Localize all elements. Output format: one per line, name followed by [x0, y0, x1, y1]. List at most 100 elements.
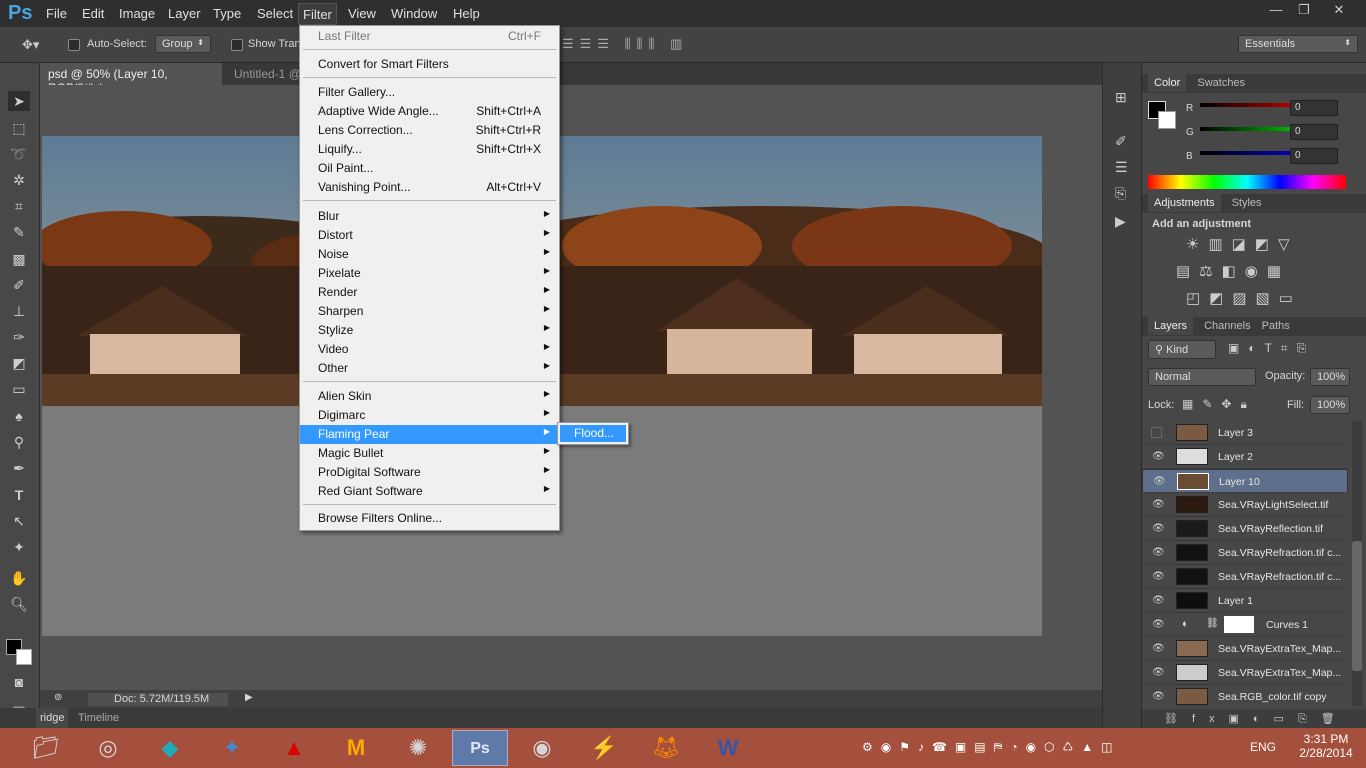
menu-window[interactable]: Window: [387, 6, 441, 21]
layer-row[interactable]: 👁︎ Sea.RGB_color.tif copy: [1142, 685, 1348, 706]
maximize-button[interactable]: ❐: [1290, 0, 1318, 22]
menu-item-adaptive-wide-angle[interactable]: Adaptive Wide Angle... Shift+Ctrl+A: [300, 102, 559, 121]
photoshop-taskbar-icon[interactable]: Ps: [452, 730, 508, 766]
tab-color[interactable]: Color: [1148, 74, 1187, 92]
blur-tool-icon[interactable]: ♠: [8, 406, 30, 426]
menu-item-filter-gallery[interactable]: Filter Gallery...: [300, 83, 559, 102]
menu-item-pixelate[interactable]: Pixelate ▶: [300, 264, 559, 283]
menu-type[interactable]: Type: [209, 6, 245, 21]
color-ramp[interactable]: [1148, 175, 1346, 189]
tab-timeline[interactable]: Timeline: [78, 712, 119, 724]
eye-icon[interactable]: 👁︎: [1152, 691, 1165, 702]
close-button[interactable]: ✕: [1324, 0, 1354, 22]
move-tool-icon[interactable]: ➤: [8, 91, 30, 111]
dodge-tool-icon[interactable]: ⚲: [8, 432, 30, 452]
menu-item-other[interactable]: Other ▶: [300, 359, 559, 378]
g-value[interactable]: 0: [1290, 124, 1338, 140]
layer-filter-kind[interactable]: ⚲ Kind: [1148, 340, 1216, 359]
menu-item-blur[interactable]: Blur ▶: [300, 207, 559, 226]
word-taskbar-icon[interactable]: W: [700, 730, 756, 766]
menu-item-magic-bullet[interactable]: Magic Bullet ▶: [300, 444, 559, 463]
move-tool-preset-icon[interactable]: ✥▾: [22, 37, 39, 53]
eye-icon[interactable]: 👁︎: [1152, 595, 1165, 606]
layers-scrollbar[interactable]: [1352, 421, 1362, 706]
menu-item-last-filter[interactable]: Last Filter Ctrl+F: [300, 27, 559, 46]
file-explorer-taskbar-icon[interactable]: 📁︎: [18, 730, 74, 766]
scrollbar-thumb[interactable]: [1352, 541, 1362, 671]
autocad-taskbar-icon[interactable]: ▲: [266, 730, 322, 766]
eye-icon[interactable]: 👁︎: [1152, 643, 1165, 654]
menu-item-browse-filters-online[interactable]: Browse Filters Online...: [300, 509, 559, 528]
workspace-dropdown[interactable]: Essentials ⬍: [1238, 35, 1358, 53]
visibility-off-box[interactable]: [1151, 427, 1162, 438]
zoom-tool-icon[interactable]: 🔍︎: [8, 594, 30, 614]
brush-panel-icon[interactable]: ✐: [1115, 133, 1127, 150]
app-m-taskbar-icon[interactable]: M: [328, 730, 384, 766]
menu-item-liquify[interactable]: Liquify... Shift+Ctrl+X: [300, 140, 559, 159]
auto-select-dropdown[interactable]: Group ⬍: [155, 35, 211, 53]
menu-select[interactable]: Select: [253, 6, 297, 21]
path-selection-icon[interactable]: ↖: [8, 511, 30, 531]
opacity-field[interactable]: 100%: [1310, 368, 1350, 386]
menu-help[interactable]: Help: [449, 6, 484, 21]
tab-swatches[interactable]: Swatches: [1197, 77, 1245, 89]
language-indicator[interactable]: ENG: [1250, 740, 1276, 754]
layer-row[interactable]: 👁︎ Layer 2: [1142, 445, 1348, 469]
menu-item-noise[interactable]: Noise ▶: [300, 245, 559, 264]
clock[interactable]: 3:31 PM 2/28/2014: [1294, 732, 1358, 760]
menu-item-oil-paint[interactable]: Oil Paint...: [300, 159, 559, 178]
menu-item-vanishing-point[interactable]: Vanishing Point... Alt+Ctrl+V: [300, 178, 559, 197]
auto-select-checkbox[interactable]: [68, 39, 80, 51]
eye-icon[interactable]: 👁︎: [1152, 571, 1165, 582]
menu-item-video[interactable]: Video ▶: [300, 340, 559, 359]
eye-icon[interactable]: 👁︎: [1152, 451, 1165, 462]
crop-tool-icon[interactable]: ⌗: [8, 196, 30, 216]
3ds-max-taskbar-icon[interactable]: ◆: [142, 730, 198, 766]
eye-icon[interactable]: 👁︎: [1152, 523, 1165, 534]
app-taskbar-icon[interactable]: ⚡: [576, 730, 632, 766]
eye-icon[interactable]: 👁︎: [1152, 619, 1165, 630]
layer-row[interactable]: Layer 3: [1142, 421, 1348, 445]
tab-adjustments[interactable]: Adjustments: [1148, 194, 1221, 212]
layer-row[interactable]: 👁︎ Sea.VRayExtraTex_Map...: [1142, 661, 1348, 685]
background-color-swatch[interactable]: [16, 649, 32, 665]
layer-row[interactable]: 👁︎ Sea.VRayRefraction.tif c...: [1142, 541, 1348, 565]
menu-image[interactable]: Image: [115, 6, 159, 21]
layer-row-selected[interactable]: 👁︎ Layer 10: [1142, 469, 1348, 493]
eye-icon[interactable]: 👁︎: [1152, 667, 1165, 678]
menu-item-render[interactable]: Render ▶: [300, 283, 559, 302]
blend-mode-dropdown[interactable]: Normal: [1148, 368, 1256, 386]
menu-item-stylize[interactable]: Stylize ▶: [300, 321, 559, 340]
tab-active-document[interactable]: psd @ 50% (Layer 10, RGB/8#) * ×: [40, 63, 222, 95]
layer-row[interactable]: 👁︎ Sea.VRayRefraction.tif c...: [1142, 565, 1348, 589]
menu-edit[interactable]: Edit: [78, 6, 108, 21]
history-panel-icon[interactable]: ⊞: [1115, 89, 1127, 106]
lasso-tool-icon[interactable]: ➰: [8, 144, 30, 164]
menu-item-digimarc[interactable]: Digimarc ▶: [300, 406, 559, 425]
stamp-tool-icon[interactable]: ⊥: [8, 301, 30, 321]
color-bg-swatch[interactable]: [1158, 111, 1176, 129]
tab-untitled[interactable]: Untitled-1 @: [226, 63, 309, 85]
properties-panel-icon[interactable]: ☰: [1115, 159, 1128, 176]
eye-icon[interactable]: 👁︎: [1152, 499, 1165, 510]
firefox-taskbar-icon[interactable]: 🦊︎: [638, 730, 694, 766]
menu-file[interactable]: File: [42, 6, 71, 21]
minimize-button[interactable]: —: [1262, 0, 1290, 22]
menu-layer[interactable]: Layer: [164, 6, 205, 21]
layers-footer-icons[interactable]: ⛓fx▣◐▭⎘🗑︎: [1142, 709, 1366, 728]
tab-mini-bridge[interactable]: ridge: [36, 708, 69, 728]
menu-view[interactable]: View: [344, 6, 380, 21]
layer-row[interactable]: 👁︎ Layer 1: [1142, 589, 1348, 613]
layer-row[interactable]: 👁︎ Sea.VRayExtraTex_Map...: [1142, 637, 1348, 661]
brush-tool-icon[interactable]: ✐: [8, 275, 30, 295]
status-icon[interactable]: ⊚: [54, 692, 62, 703]
menu-item-prodigital-software[interactable]: ProDigital Software ▶: [300, 463, 559, 482]
status-menu-arrow-icon[interactable]: ▶: [245, 692, 253, 703]
menu-filter[interactable]: Filter: [298, 3, 337, 25]
magic-wand-tool-icon[interactable]: ✲: [8, 170, 30, 190]
menu-item-sharpen[interactable]: Sharpen ▶: [300, 302, 559, 321]
eye-icon[interactable]: 👁︎: [1153, 476, 1166, 487]
tab-styles[interactable]: Styles: [1232, 197, 1262, 209]
history-brush-icon[interactable]: ✑: [8, 327, 30, 347]
actions-panel-icon[interactable]: ▶: [1115, 213, 1126, 230]
